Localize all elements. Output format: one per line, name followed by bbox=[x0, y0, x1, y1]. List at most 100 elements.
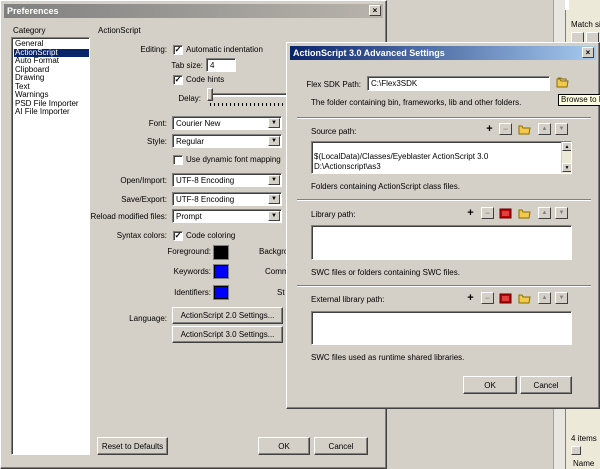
minus-icon: − bbox=[502, 123, 509, 134]
source-path-list[interactable]: $(LocalData)/Classes/Eyeblaster ActionSc… bbox=[311, 141, 572, 174]
keywords-label: Keywords: bbox=[173, 267, 211, 276]
sdk-help-text: The folder containing bin, frameworks, l… bbox=[311, 98, 522, 107]
foreground-label: Foreground: bbox=[167, 247, 211, 256]
identifiers-color-swatch[interactable] bbox=[213, 285, 229, 300]
arrow-up-icon: ▲ bbox=[541, 126, 548, 132]
external-up-button[interactable]: ▲ bbox=[538, 292, 551, 304]
library-separator bbox=[297, 285, 591, 287]
chevron-down-icon: ▼ bbox=[268, 175, 280, 185]
category-label: Category bbox=[13, 26, 46, 35]
category-item-ai-importer[interactable]: AI File Importer bbox=[14, 107, 89, 117]
preferences-cancel-button[interactable]: Cancel bbox=[314, 437, 368, 455]
keywords-color-swatch[interactable] bbox=[213, 264, 229, 279]
foreground-color-swatch[interactable] bbox=[213, 245, 229, 260]
reload-modified-label: Reload modified files: bbox=[90, 212, 167, 221]
source-path-row[interactable]: $(LocalData)/Classes/Eyeblaster ActionSc… bbox=[312, 152, 571, 162]
sdk-browse-button[interactable] bbox=[556, 75, 569, 89]
delay-slider-track bbox=[208, 93, 288, 97]
external-remove-button[interactable]: − bbox=[481, 292, 494, 304]
source-help-text: Folders containing ActionScript class fi… bbox=[311, 182, 460, 191]
library-up-button[interactable]: ▲ bbox=[538, 207, 551, 219]
save-export-dropdown[interactable]: UTF-8 Encoding ▼ bbox=[172, 192, 282, 206]
arrow-down-icon: ▼ bbox=[558, 126, 565, 132]
arrow-up-icon: ▲ bbox=[541, 295, 548, 301]
save-export-label: Save/Export: bbox=[121, 195, 167, 204]
library-path-list[interactable] bbox=[311, 225, 572, 260]
font-label: Font: bbox=[148, 119, 167, 128]
delay-slider-thumb[interactable] bbox=[207, 88, 213, 101]
code-hints-checkbox[interactable]: ✓ bbox=[173, 75, 183, 85]
code-hints-label: Code hints bbox=[186, 75, 225, 84]
reload-modified-dropdown[interactable]: Prompt ▼ bbox=[172, 209, 282, 223]
delay-slider[interactable] bbox=[206, 87, 291, 107]
external-path-label: External library path: bbox=[311, 295, 385, 304]
preferences-titlebar[interactable]: Preferences × bbox=[4, 4, 383, 18]
items-count: 4 items bbox=[571, 434, 597, 443]
folder-icon bbox=[518, 209, 531, 219]
background-label: Backgro bbox=[259, 247, 289, 256]
sdk-path-input[interactable]: C:\Flex3SDK bbox=[367, 76, 550, 91]
preferences-ok-button[interactable]: OK bbox=[258, 437, 310, 455]
delay-slider-ticks bbox=[210, 103, 288, 106]
source-separator bbox=[297, 199, 591, 201]
library-help-text: SWC files or folders containing SWC file… bbox=[311, 268, 460, 277]
reset-defaults-button[interactable]: Reset to Defaults bbox=[97, 437, 168, 455]
identifiers-label: Identifiers: bbox=[174, 288, 211, 297]
as2-settings-button[interactable]: ActionScript 2.0 Settings... bbox=[172, 307, 283, 324]
external-swc-button[interactable] bbox=[499, 293, 512, 304]
as3-settings-button[interactable]: ActionScript 3.0 Settings... bbox=[172, 326, 283, 343]
arrow-down-icon: ▼ bbox=[558, 210, 565, 216]
code-coloring-checkbox[interactable]: ✓ bbox=[173, 231, 183, 241]
strings-label: St bbox=[277, 288, 285, 297]
sdk-path-label: Flex SDK Path: bbox=[306, 80, 361, 89]
library-add-button[interactable]: + bbox=[464, 207, 477, 219]
arrow-down-icon: ▼ bbox=[558, 295, 565, 301]
source-path-row[interactable] bbox=[312, 142, 571, 152]
external-path-list[interactable] bbox=[311, 311, 572, 345]
external-help-text: SWC files used as runtime shared librari… bbox=[311, 353, 465, 362]
code-coloring-label: Code coloring bbox=[186, 231, 236, 240]
source-down-button[interactable]: ▼ bbox=[555, 123, 568, 135]
sdk-separator bbox=[297, 117, 591, 119]
folder-icon bbox=[518, 294, 531, 304]
as3-cancel-button[interactable]: Cancel bbox=[520, 376, 572, 394]
auto-indent-checkbox[interactable]: ✓ bbox=[173, 45, 183, 55]
external-browse-button[interactable] bbox=[518, 291, 531, 305]
name-header: Name bbox=[573, 459, 595, 468]
as3-titlebar[interactable]: ActionScript 3.0 Advanced Settings × bbox=[290, 46, 596, 60]
chevron-down-icon: ▼ bbox=[268, 194, 280, 204]
folder-icon bbox=[556, 77, 569, 88]
library-browse-button[interactable] bbox=[518, 206, 531, 220]
as3-close-button[interactable]: × bbox=[582, 47, 594, 58]
match-size-label: Match si bbox=[571, 20, 600, 29]
dynamic-font-checkbox[interactable] bbox=[173, 155, 183, 165]
library-path-label: Library path: bbox=[311, 210, 356, 219]
preferences-close-button[interactable]: × bbox=[369, 5, 381, 16]
section-title: ActionScript bbox=[98, 26, 141, 35]
library-remove-button[interactable]: − bbox=[481, 207, 494, 219]
editing-label: Editing: bbox=[140, 45, 167, 54]
source-browse-button[interactable] bbox=[518, 122, 531, 136]
minus-icon: − bbox=[484, 207, 491, 218]
source-path-row[interactable]: D:\Actionscript\as3 bbox=[312, 162, 571, 172]
library-icon[interactable] bbox=[571, 446, 581, 455]
source-up-button[interactable]: ▲ bbox=[538, 123, 551, 135]
source-list-scrollbar[interactable]: ▲ ▼ bbox=[561, 142, 571, 173]
open-import-dropdown[interactable]: UTF-8 Encoding ▼ bbox=[172, 173, 282, 187]
source-add-button[interactable]: + bbox=[483, 123, 496, 135]
external-add-button[interactable]: + bbox=[464, 292, 477, 304]
source-path-label: Source path: bbox=[311, 127, 357, 136]
tab-size-input[interactable]: 4 bbox=[206, 58, 236, 72]
library-down-button[interactable]: ▼ bbox=[555, 207, 568, 219]
as3-settings-dialog: ActionScript 3.0 Advanced Settings × Fle… bbox=[286, 42, 600, 409]
minus-icon: − bbox=[484, 292, 491, 303]
category-list[interactable]: General ActionScript Auto Format Clipboa… bbox=[11, 37, 90, 455]
plus-icon: + bbox=[467, 206, 474, 219]
style-dropdown[interactable]: Regular ▼ bbox=[172, 134, 282, 148]
plus-icon: + bbox=[467, 291, 474, 304]
external-down-button[interactable]: ▼ bbox=[555, 292, 568, 304]
font-dropdown[interactable]: Courier New ▼ bbox=[172, 116, 282, 130]
source-remove-button[interactable]: − bbox=[499, 123, 512, 135]
library-swc-button[interactable] bbox=[499, 208, 512, 219]
as3-ok-button[interactable]: OK bbox=[463, 376, 517, 394]
